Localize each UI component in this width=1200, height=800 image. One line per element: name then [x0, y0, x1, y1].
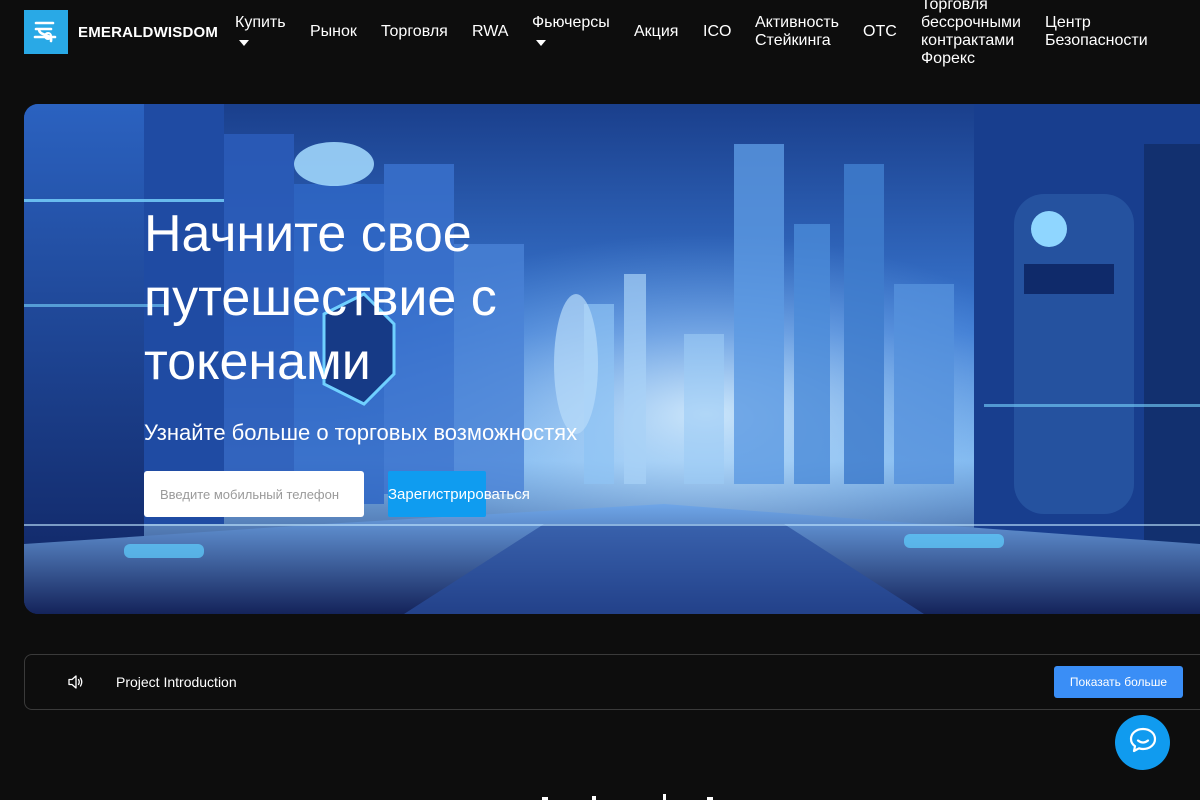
phone-input[interactable]: [144, 471, 364, 517]
nav-item-ico[interactable]: ICO: [703, 23, 731, 41]
brand-name: EMERALDWISDOM: [78, 23, 219, 41]
section-heading-partial: [0, 786, 1200, 800]
announcement-bar: Project Introduction Показать больше: [24, 654, 1200, 710]
announcement-text[interactable]: Project Introduction: [116, 674, 237, 690]
hero-title: Начните свое путешествие с токенами: [144, 205, 497, 391]
nav-item-label: Фьючерсы: [532, 14, 610, 31]
speaker-icon: [67, 673, 85, 696]
hero-subtitle: Узнайте больше о торговых возможностях: [144, 420, 578, 445]
register-button[interactable]: Зарегистрироваться: [388, 471, 530, 517]
nav-item-forex-perpetual[interactable]: Торговля бессрочными контрактами Форекс: [921, 0, 1021, 68]
chevron-down-icon: [536, 40, 546, 46]
nav-item-market[interactable]: Рынок: [310, 23, 357, 41]
nav-item-rwa[interactable]: RWA: [472, 23, 508, 41]
nav-item-trade[interactable]: Торговля: [381, 23, 448, 41]
top-navigation: EMERALDWISDOM Купить Рынок Торговля RWA …: [0, 0, 1200, 70]
show-more-button[interactable]: Показать больше: [1054, 666, 1183, 698]
chat-support-button[interactable]: [1115, 715, 1170, 770]
logo-icon: [24, 10, 68, 54]
chevron-down-icon: [239, 40, 249, 46]
chat-bubble-icon: [1128, 725, 1158, 760]
brand-logo[interactable]: EMERALDWISDOM: [24, 10, 218, 54]
nav-item-security-center[interactable]: Центр Безопасности: [1045, 14, 1148, 50]
nav-item-staking[interactable]: Активность Стейкинга: [755, 14, 839, 50]
nav-item-promo[interactable]: Акция: [634, 23, 678, 41]
nav-item-otc[interactable]: OTC: [863, 23, 897, 41]
nav-item-label: Купить: [235, 14, 286, 31]
nav-item-buy[interactable]: Купить: [235, 14, 286, 46]
hero-banner: Начните свое путешествие с токенами Узна…: [24, 104, 1200, 614]
nav-item-futures[interactable]: Фьючерсы: [532, 14, 610, 46]
